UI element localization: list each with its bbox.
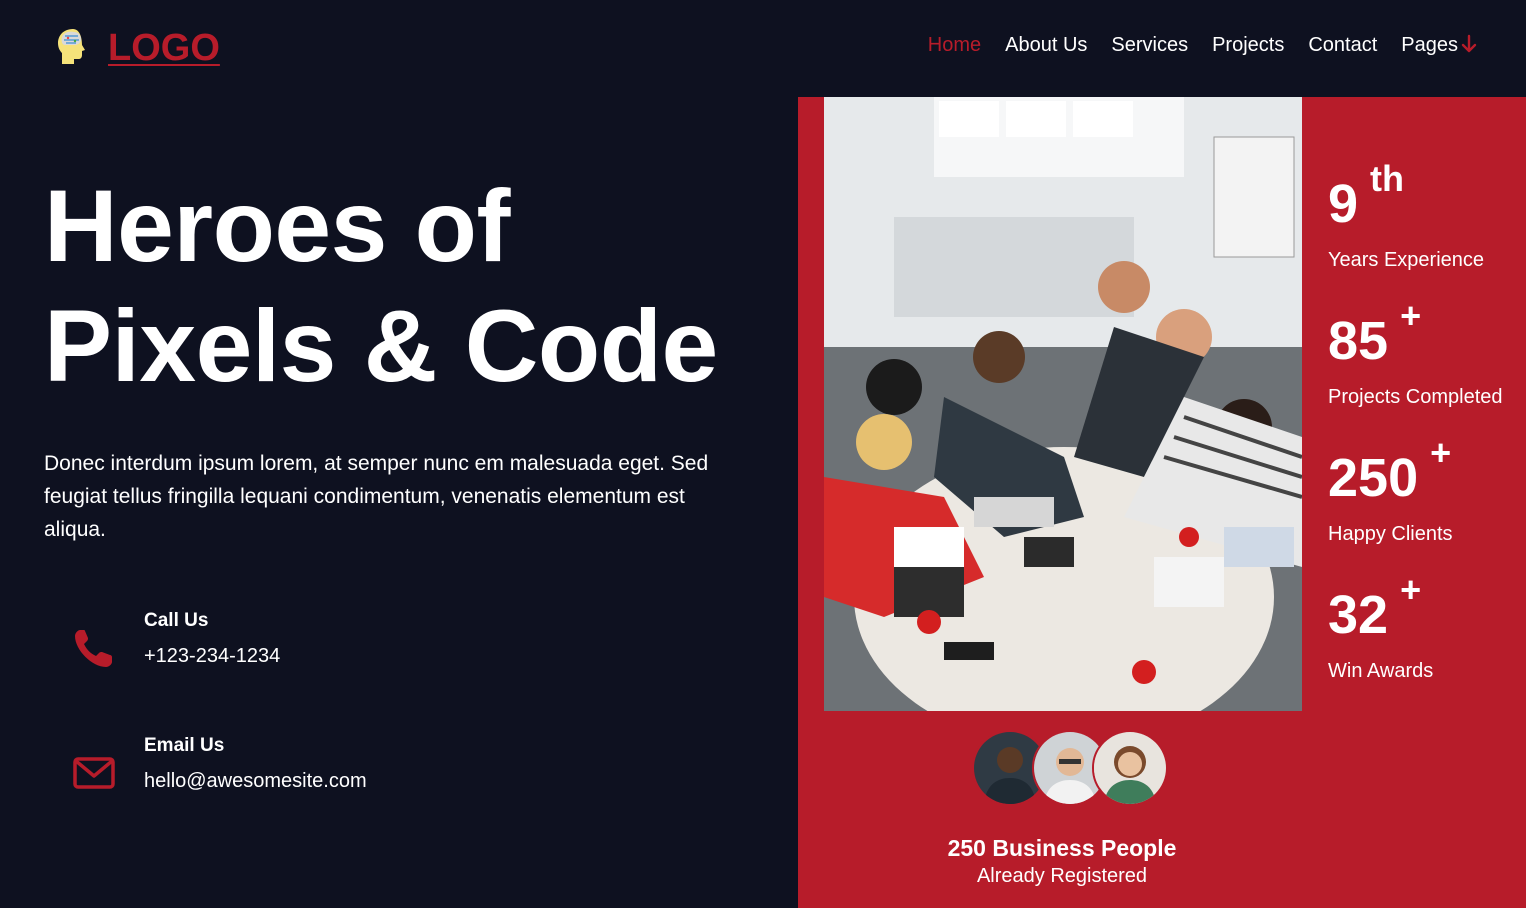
- nav-pages-label: Pages: [1401, 34, 1458, 56]
- business-people-caption: 250 Business People Already Registered: [798, 833, 1326, 889]
- hero-title-line-2: Pixels & Code: [44, 289, 718, 403]
- stat-value: 32: [1328, 585, 1389, 645]
- call-us-label: Call Us: [144, 610, 209, 631]
- phone-icon: [75, 630, 112, 667]
- email-address[interactable]: hello@awesomesite.com: [144, 763, 367, 799]
- nav-home[interactable]: Home: [928, 34, 981, 57]
- hero-description: Donec interdum ipsum lorem, at semper nu…: [44, 452, 709, 541]
- stats-panel: 9 th Years Experience 85 + Projects Comp…: [798, 97, 1526, 908]
- nav-projects[interactable]: Projects: [1212, 34, 1284, 57]
- avatar: [1092, 730, 1168, 806]
- stat-suffix: +: [1430, 432, 1452, 473]
- stat-years-experience: 9 th Years Experience: [1328, 159, 1526, 310]
- business-subtitle: Already Registered: [976, 865, 1148, 887]
- team-photo-illustration: [824, 97, 1302, 711]
- phone-number[interactable]: +123-234-1234: [144, 638, 280, 674]
- nav-contact[interactable]: Contact: [1308, 34, 1377, 57]
- nav-about-us[interactable]: About Us: [1005, 34, 1087, 57]
- business-title: 250 Business People: [947, 835, 1177, 861]
- stat-value: 85: [1328, 311, 1389, 371]
- stat-win-awards: 32 + Win Awards: [1328, 570, 1526, 721]
- main-nav: Home About Us Services Projects Contact …: [904, 34, 1478, 57]
- hero-title: Heroes of Pixels & Code: [44, 166, 764, 406]
- stat-label: Projects Completed: [1328, 386, 1503, 408]
- stat-suffix: th: [1370, 158, 1405, 199]
- head-brain-icon: [58, 29, 85, 64]
- nav-pages-dropdown[interactable]: Pages: [1401, 34, 1478, 57]
- stat-value: 250: [1328, 448, 1419, 508]
- stat-label: Years Experience: [1328, 249, 1485, 271]
- email-us-label: Email Us: [144, 735, 225, 756]
- stat-happy-clients: 250 + Happy Clients: [1328, 433, 1526, 584]
- stat-suffix: +: [1400, 569, 1422, 610]
- logo-text: LOGO: [108, 26, 220, 69]
- nav-services[interactable]: Services: [1111, 34, 1188, 57]
- stat-label: Win Awards: [1328, 660, 1434, 682]
- stat-value: 9: [1328, 174, 1359, 234]
- envelope-icon: [73, 757, 115, 789]
- team-meeting-photo: [824, 97, 1302, 711]
- stat-suffix: +: [1400, 295, 1422, 336]
- stat-label: Happy Clients: [1328, 523, 1453, 545]
- logo[interactable]: LOGO: [54, 26, 220, 70]
- stat-projects-completed: 85 + Projects Completed: [1328, 296, 1526, 447]
- contact-email: Email Us hello@awesomesite.com: [70, 731, 367, 799]
- stats-list: 9 th Years Experience 85 + Projects Comp…: [1328, 159, 1526, 721]
- contact-call: Call Us +123-234-1234: [70, 606, 280, 674]
- avatar-group: [972, 730, 1168, 806]
- arrow-down-icon: [1461, 34, 1477, 52]
- hero-title-line-1: Heroes of: [44, 169, 510, 283]
